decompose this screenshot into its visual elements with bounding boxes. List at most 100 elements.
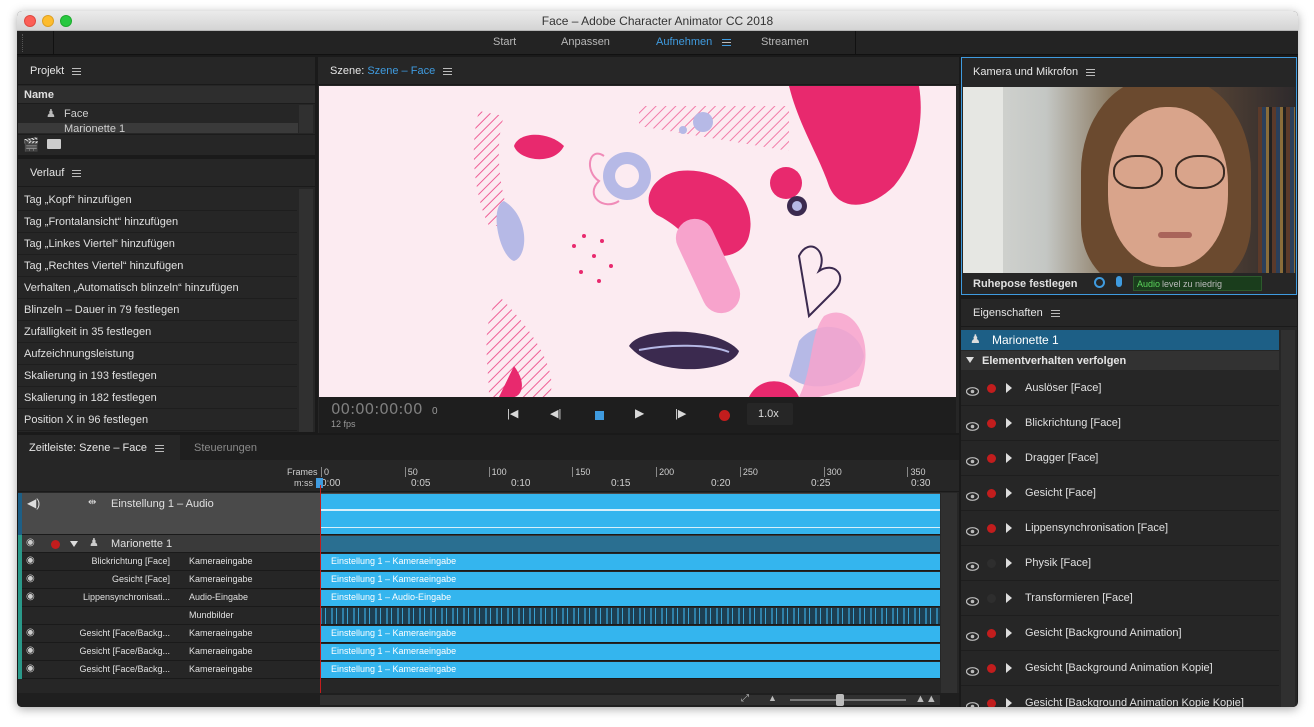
take-clip[interactable]: Einstellung 1 – Kameraeingabe [320,626,940,642]
record-icon[interactable] [719,410,730,421]
step-back-icon[interactable]: ◀| [550,407,561,420]
new-scene-icon[interactable]: 🎬 [23,137,39,153]
behavior-row[interactable]: Transformieren [Face] [961,581,1279,616]
history-item[interactable]: Skalierung in 193 festlegen [18,365,297,387]
record-arm-icon[interactable] [987,559,996,568]
behavior-row[interactable]: Dragger [Face] [961,441,1279,476]
history-item[interactable]: Tag „Frontalansicht“ hinzufügen [18,211,297,233]
panel-menu-icon[interactable] [1050,309,1060,317]
expand-triangle-icon[interactable] [1006,523,1012,533]
properties-scrollbar[interactable] [1281,330,1295,707]
step-forward-icon[interactable]: |▶ [675,407,686,420]
panel-menu-icon[interactable] [72,169,82,177]
record-arm-icon[interactable] [987,524,996,533]
panel-menu-icon[interactable] [1086,68,1096,76]
mouth-shapes-strip[interactable] [320,608,940,624]
workspace-menu-icon[interactable] [722,39,731,46]
workspace-tab-start[interactable]: Start [493,36,516,48]
behavior-row[interactable]: Gesicht [Background Animation] [961,616,1279,651]
history-item[interactable]: Position X in 96 festlegen [18,409,297,431]
expand-triangle-icon[interactable] [1006,663,1012,673]
history-item[interactable]: Zufälligkeit in 35 festlegen [18,321,297,343]
behavior-row[interactable]: Gesicht [Background Animation Kopie Kopi… [961,686,1279,707]
expand-triangle-icon[interactable] [1006,558,1012,568]
history-item[interactable]: Tag „Linkes Viertel“ hinzufügen [18,233,297,255]
workspace-tab-aufnehmen[interactable]: Aufnehmen [656,36,712,48]
eye-icon[interactable]: ◉ [26,573,35,584]
frame-display[interactable]: 0 [432,406,438,417]
expand-triangle-icon[interactable] [1006,383,1012,393]
eye-icon[interactable] [965,383,980,401]
history-scrollbar[interactable] [299,189,313,432]
history-item[interactable]: Verhalten „Automatisch blinzeln“ hinzufü… [18,277,297,299]
scene-canvas[interactable] [319,86,956,397]
project-item-marionette[interactable]: Marionette 1 [18,123,298,133]
track-row[interactable]: ◉ Gesicht [Face/Backg... Kameraeingabe Eins… [18,643,940,661]
collapse-triangle-icon[interactable] [966,357,974,363]
microphone-icon[interactable] [1116,276,1122,287]
take-clip[interactable]: Einstellung 1 – Audio-Eingabe [320,590,940,606]
take-clip[interactable]: Einstellung 1 – Kameraeingabe [320,644,940,660]
timeline-scrollbar[interactable] [941,493,957,698]
expand-triangle-icon[interactable] [1006,593,1012,603]
track-row[interactable]: ◉ Gesicht [Face] Kameraeingabe Einstellung … [18,571,940,589]
selected-puppet-row[interactable]: ♟ Marionette 1 [961,330,1279,350]
rest-pose-button[interactable]: Ruhepose festlegen [973,278,1078,290]
zoom-slider-track[interactable] [790,699,906,701]
project-item-face[interactable]: ♟ Face [18,105,298,123]
section-header[interactable]: Elementverhalten verfolgen [961,351,1279,370]
zoom-out-icon[interactable]: ▲ [768,693,777,703]
history-item[interactable]: Skalierung in 182 festlegen [18,387,297,409]
grip-handle[interactable] [22,34,23,52]
puppet-clip[interactable] [320,536,940,552]
eye-icon[interactable]: ◉ [26,537,35,548]
record-arm-icon[interactable] [987,629,996,638]
record-arm-icon[interactable] [987,454,996,463]
eye-icon[interactable]: ◉ [26,645,35,656]
eye-icon[interactable] [965,453,980,471]
expand-triangle-icon[interactable] [1006,698,1012,707]
time-ruler[interactable]: Frames m:ss 0 50 100 150 200 250 300 350 0:00 0:… [18,462,959,492]
eye-icon[interactable] [965,488,980,506]
record-arm-icon[interactable] [987,489,996,498]
project-scrollbar[interactable] [299,105,313,133]
behavior-row[interactable]: Physik [Face] [961,546,1279,581]
project-column-header[interactable]: Name [18,86,315,104]
panel-menu-icon[interactable] [443,67,453,75]
eye-icon[interactable] [965,558,980,576]
eye-icon[interactable] [965,698,980,707]
tab-timeline[interactable]: Zeitleiste: Szene – Face [18,435,180,460]
record-arm-icon[interactable] [987,699,996,707]
track-row[interactable]: ◉ Gesicht [Face/Backg... Kameraeingabe Eins… [18,625,940,643]
behavior-row[interactable]: Auslöser [Face] [961,371,1279,406]
stop-icon[interactable] [595,411,604,420]
eye-icon[interactable] [965,593,980,611]
expand-triangle-icon[interactable] [70,541,78,547]
eye-icon[interactable]: ◉ [26,591,35,602]
zoom-slider-thumb[interactable] [836,694,844,706]
speed-field[interactable]: 1.0x [747,403,793,425]
behavior-row[interactable]: Blickrichtung [Face] [961,406,1279,441]
audio-track[interactable]: ◀) ⇹ Einstellung 1 – Audio [18,493,940,535]
record-arm-icon[interactable] [51,540,60,549]
eye-icon[interactable]: ◉ [26,627,35,638]
record-arm-icon[interactable] [987,384,996,393]
history-item[interactable]: Tag „Kopf“ hinzufügen [18,189,297,211]
workspace-tab-streamen[interactable]: Streamen [761,36,809,48]
history-item[interactable]: Blinzeln – Dauer in 79 festlegen [18,299,297,321]
history-item[interactable]: Tag „Rechtes Viertel“ hinzufügen [18,255,297,277]
expand-triangle-icon[interactable] [1006,453,1012,463]
take-clip[interactable]: Einstellung 1 – Kameraeingabe [320,554,940,570]
track-row[interactable]: ◉ Lippensynchronisati... Audio-Eingabe Eins… [18,589,940,607]
speaker-icon[interactable]: ◀) [27,496,40,510]
eye-icon[interactable] [965,628,980,646]
behavior-row[interactable]: Gesicht [Face] [961,476,1279,511]
eye-icon[interactable]: ◉ [26,555,35,566]
record-arm-icon[interactable] [987,594,996,603]
expand-triangle-icon[interactable] [1006,488,1012,498]
record-arm-icon[interactable] [987,419,996,428]
track-row[interactable]: ◉ Blickrichtung [Face] Kameraeingabe Einste… [18,553,940,571]
expand-triangle-icon[interactable] [1006,628,1012,638]
tab-controls[interactable]: Steuerungen [181,435,291,460]
eye-icon[interactable] [965,418,980,436]
